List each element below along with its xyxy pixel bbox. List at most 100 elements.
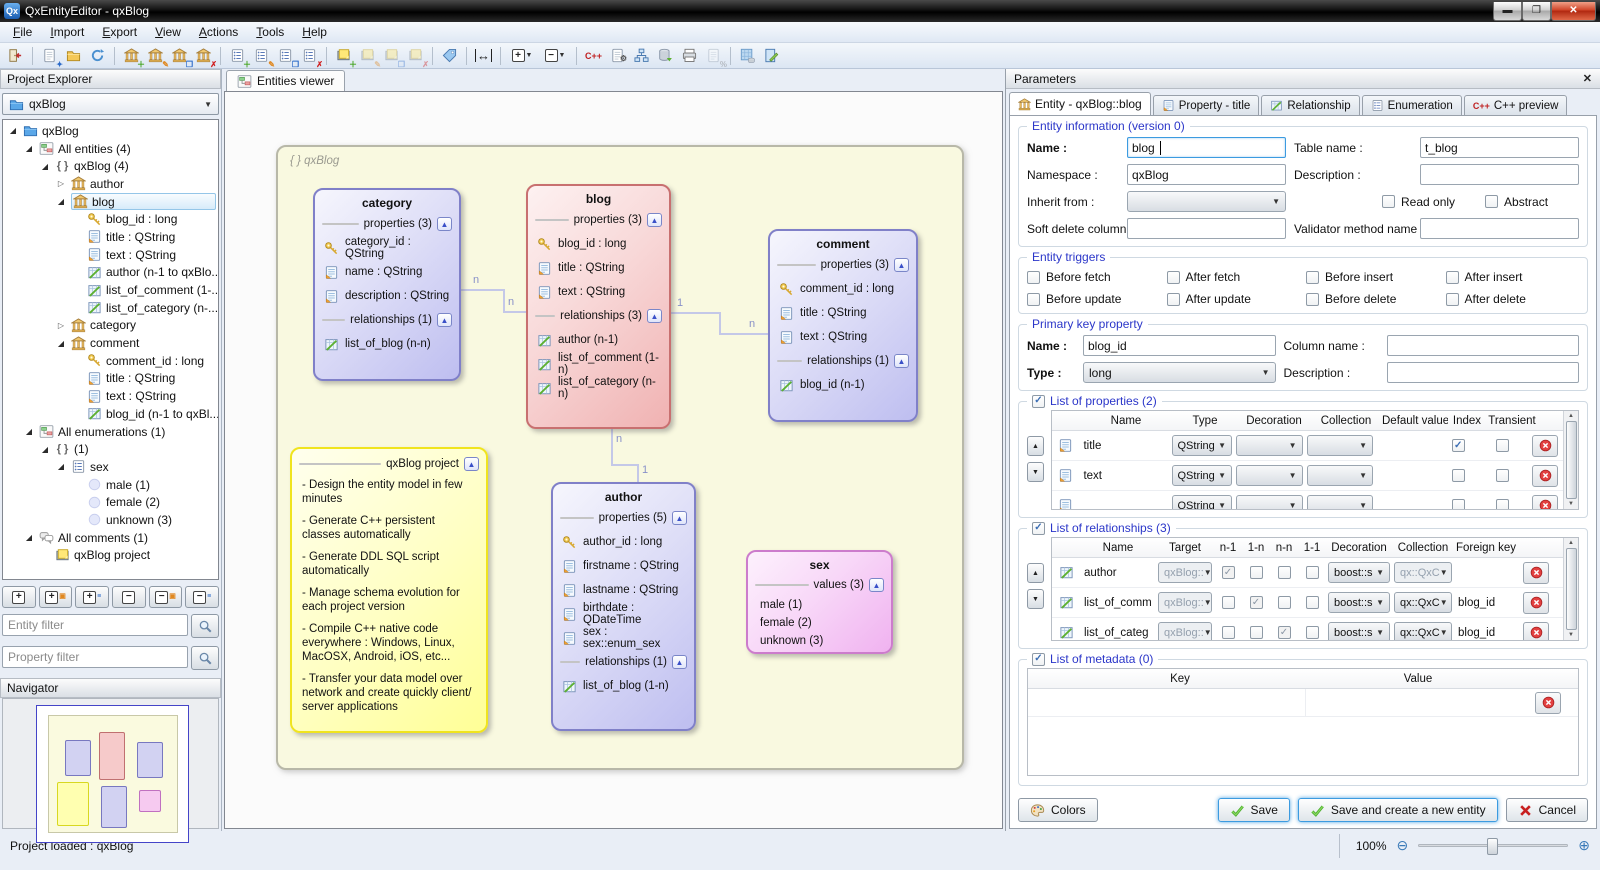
tree-item-project[interactable]: ◢qxBlog <box>3 122 218 140</box>
tree-item-male[interactable]: male (1) <box>3 476 218 494</box>
collapse-icon[interactable]: ▲ <box>672 655 687 669</box>
tab-property[interactable]: Property - title <box>1153 95 1260 116</box>
restore-button[interactable]: ❐ <box>1522 2 1551 21</box>
show-entity-icon[interactable]: ❐ <box>168 45 191 67</box>
index-checkbox[interactable]: ✓ <box>1452 439 1465 452</box>
edit-entity-icon[interactable]: ✎ <box>144 45 167 67</box>
tree-item-all-enumerations[interactable]: ◢All enumerations (1) <box>3 423 218 441</box>
expander-icon[interactable]: ▷ <box>55 179 67 188</box>
tree-item-namespace[interactable]: ◢{ }qxBlog (4) <box>3 157 218 175</box>
diagram-property[interactable]: blog_id : long <box>528 232 669 256</box>
after-fetch-checkbox[interactable]: After fetch <box>1167 270 1301 284</box>
type-select[interactable]: QString▼ <box>1172 435 1233 456</box>
pk-name-input[interactable]: blog_id <box>1083 335 1276 356</box>
property-filter-input[interactable] <box>2 646 188 668</box>
target-select[interactable]: qxBlog::▼ <box>1158 622 1212 640</box>
properties-scrollbar[interactable]: ▲▼ <box>1563 411 1578 509</box>
tree-item-comment-title[interactable]: title : QString <box>3 370 218 388</box>
pk-type-select[interactable]: long▼ <box>1083 362 1276 383</box>
expand-properties-button[interactable]: +≡ <box>75 586 109 608</box>
diagram-property[interactable]: lastname : QString <box>553 578 694 602</box>
close-button[interactable]: ✕ <box>1551 2 1596 21</box>
diagram-property[interactable]: text : QString <box>770 325 916 349</box>
delete-relationship-button[interactable] <box>1523 622 1549 641</box>
tree-item-comment-blog-id[interactable]: blog_id (n-1 to qxBl... <box>3 405 218 423</box>
tree-item-author[interactable]: ▷author <box>3 175 218 193</box>
n-n-checkbox[interactable] <box>1278 566 1291 579</box>
diagram-relationship[interactable]: list_of_blog (n-n) <box>315 332 459 356</box>
expand-all-button[interactable]: + <box>2 586 36 608</box>
validator-method-input[interactable] <box>1420 218 1579 239</box>
diagram-property[interactable]: description : QString <box>315 284 459 308</box>
tree-item-all-comments[interactable]: ◢All comments (1) <box>3 529 218 547</box>
collapse-icon[interactable]: ▲ <box>647 213 662 227</box>
delete-enumeration-icon[interactable]: ✗ <box>298 45 321 67</box>
before-fetch-checkbox[interactable]: Before fetch <box>1027 270 1161 284</box>
zoom-in-icon[interactable]: +▼ <box>506 45 538 67</box>
relationships-table[interactable]: Name Target n-1 1-n n-n 1-1 Decoration C… <box>1051 537 1579 641</box>
tree-item-category[interactable]: ▷category <box>3 317 218 335</box>
entity-box-blog[interactable]: blog properties (3)▲ blog_id : long titl… <box>526 184 671 429</box>
menu-tools[interactable]: Tools <box>247 23 293 41</box>
expand-entities-button[interactable]: +▣ <box>39 586 73 608</box>
refresh-icon[interactable] <box>86 45 109 67</box>
add-comment-icon[interactable]: ＋ <box>332 45 355 67</box>
property-row-title[interactable]: title QString▼ ▼ ▼ ✓ <box>1052 431 1563 461</box>
collapse-icon[interactable]: ▲ <box>894 258 909 272</box>
diagram-relationship[interactable]: list_of_comment (1-n) <box>528 352 669 376</box>
decoration-select[interactable]: ▼ <box>1236 435 1302 456</box>
menu-view[interactable]: View <box>146 23 190 41</box>
tree-item-qxblog-project-note[interactable]: qxBlog project <box>3 547 218 565</box>
1-n-checkbox[interactable] <box>1250 566 1263 579</box>
type-select[interactable]: QString▼ <box>1172 495 1233 509</box>
decoration-select[interactable]: boost::s▼ <box>1328 622 1390 640</box>
diagram-property[interactable]: sex : sex::enum_sex <box>553 626 694 650</box>
diagram-relationship[interactable]: author (n-1) <box>528 328 669 352</box>
namespace-input[interactable]: qxBlog <box>1127 164 1286 185</box>
tree-item-all-entities[interactable]: ◢All entities (4) <box>3 140 218 158</box>
collection-select[interactable]: ▼ <box>1307 465 1373 486</box>
name-input[interactable]: blog <box>1127 137 1286 158</box>
collection-select[interactable]: ▼ <box>1307 495 1373 509</box>
model-database-icon[interactable] <box>736 45 759 67</box>
properties-group-checkbox[interactable]: ✓ <box>1032 395 1045 408</box>
metadata-table[interactable]: Key Value <box>1027 668 1579 776</box>
metadata-row-new[interactable] <box>1028 689 1578 717</box>
add-entity-icon[interactable]: ＋ <box>120 45 143 67</box>
tree-item-title[interactable]: title : QString <box>3 228 218 246</box>
tree-item-sex[interactable]: ◢sex <box>3 458 218 476</box>
move-down-button[interactable]: ▼ <box>1027 462 1044 482</box>
n-n-checkbox[interactable] <box>1278 596 1291 609</box>
tree-item-list-of-comment[interactable]: list_of_comment (1-... <box>3 281 218 299</box>
relationship-row-author[interactable]: author qxBlog::▼ ✓ boost::s▼ qx::QxC▼ <box>1052 558 1563 588</box>
move-down-button[interactable]: ▼ <box>1027 589 1044 609</box>
new-project-icon[interactable]: ✦ <box>38 45 61 67</box>
collection-select[interactable]: qx::QxC▼ <box>1394 562 1452 583</box>
export-settings-icon[interactable]: ⚙ <box>606 45 629 67</box>
collection-select[interactable]: qx::QxC▼ <box>1394 622 1452 640</box>
diagram-property[interactable]: name : QString <box>315 260 459 284</box>
delete-relationship-button[interactable] <box>1523 592 1549 614</box>
project-selector[interactable]: qxBlog ▼ <box>2 93 219 115</box>
cpp-export-icon[interactable]: C++ <box>582 45 605 67</box>
tab-entities-viewer[interactable]: Entities viewer <box>226 70 345 91</box>
tree-item-comment-text[interactable]: text : QString <box>3 387 218 405</box>
diagram-relationship[interactable]: blog_id (n-1) <box>770 373 916 397</box>
properties-table[interactable]: Name Type Decoration Collection Default … <box>1051 410 1579 510</box>
zoom-slider[interactable] <box>1418 844 1568 847</box>
pk-description-input[interactable] <box>1387 362 1580 383</box>
expander-icon[interactable]: ◢ <box>55 462 67 471</box>
table-name-input[interactable]: t_blog <box>1420 137 1579 158</box>
enum-value[interactable]: female (2) <box>748 614 891 632</box>
move-up-button[interactable]: ▲ <box>1027 563 1044 583</box>
add-enumeration-icon[interactable]: ＋ <box>226 45 249 67</box>
delete-property-button[interactable] <box>1532 465 1558 487</box>
enum-box-sex[interactable]: sex values (3)▲ male (1) female (2) unkn… <box>746 550 893 654</box>
collapse-icon[interactable]: ▲ <box>437 217 452 231</box>
show-enumeration-icon[interactable]: ❐ <box>274 45 297 67</box>
expander-icon[interactable]: ◢ <box>55 197 67 206</box>
tag-icon[interactable] <box>438 45 461 67</box>
after-delete-checkbox[interactable]: After delete <box>1446 292 1580 306</box>
transient-checkbox[interactable] <box>1496 469 1509 482</box>
delete-relationship-button[interactable] <box>1523 562 1549 584</box>
